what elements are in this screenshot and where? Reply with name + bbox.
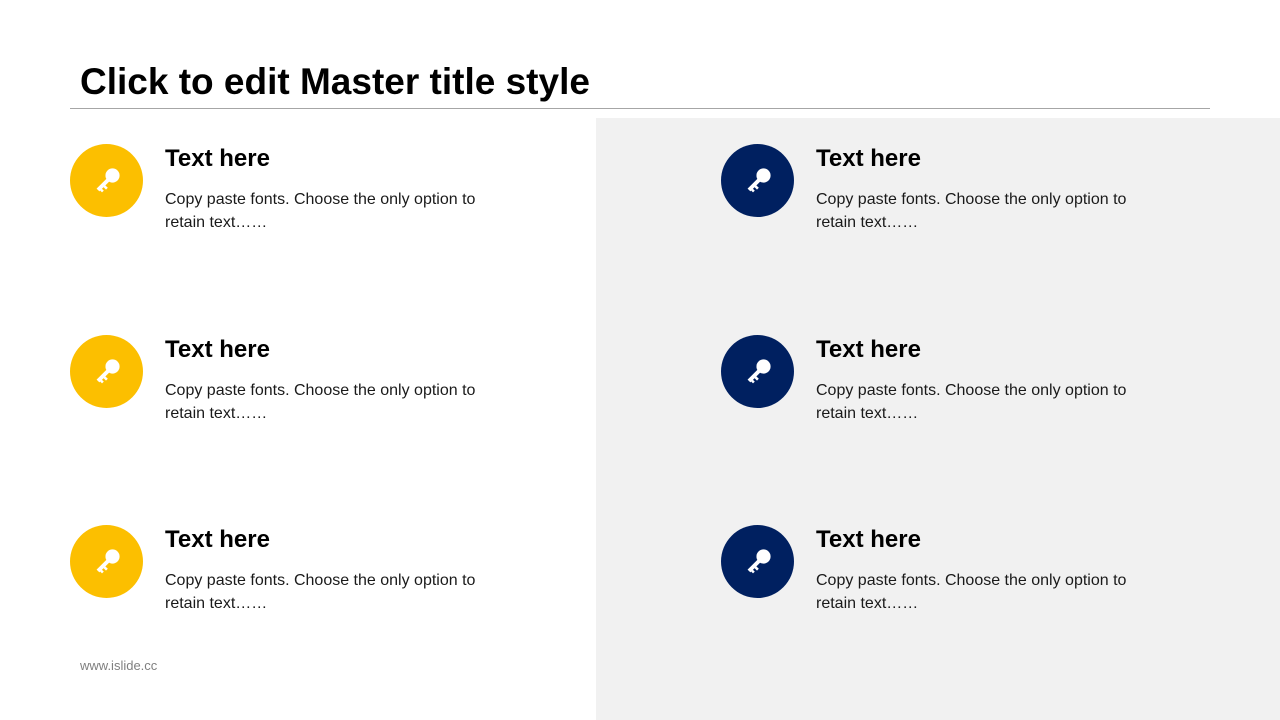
key-icon — [721, 144, 794, 217]
item-description[interactable]: Copy paste fonts. Choose the only option… — [816, 569, 1146, 615]
feature-item-2: Text here Copy paste fonts. Choose the o… — [70, 335, 550, 445]
feature-item-5: Text here Copy paste fonts. Choose the o… — [721, 335, 1201, 445]
item-heading[interactable]: Text here — [816, 144, 921, 174]
feature-item-4: Text here Copy paste fonts. Choose the o… — [721, 144, 1201, 254]
key-icon — [721, 335, 794, 408]
item-description[interactable]: Copy paste fonts. Choose the only option… — [165, 569, 495, 615]
item-heading[interactable]: Text here — [816, 335, 921, 365]
item-heading[interactable]: Text here — [165, 335, 270, 365]
feature-item-1: Text here Copy paste fonts. Choose the o… — [70, 144, 550, 254]
key-icon — [70, 335, 143, 408]
item-heading[interactable]: Text here — [165, 525, 270, 555]
key-icon — [70, 525, 143, 598]
item-description[interactable]: Copy paste fonts. Choose the only option… — [816, 188, 1146, 234]
footer-website: www.islide.cc — [80, 658, 158, 673]
item-heading[interactable]: Text here — [816, 525, 921, 555]
item-description[interactable]: Copy paste fonts. Choose the only option… — [165, 379, 495, 425]
item-description[interactable]: Copy paste fonts. Choose the only option… — [165, 188, 495, 234]
item-description[interactable]: Copy paste fonts. Choose the only option… — [816, 379, 1146, 425]
key-icon — [721, 525, 794, 598]
title-divider — [70, 108, 1210, 109]
slide-title[interactable]: Click to edit Master title style — [80, 60, 590, 104]
item-heading[interactable]: Text here — [165, 144, 270, 174]
feature-item-6: Text here Copy paste fonts. Choose the o… — [721, 525, 1201, 635]
key-icon — [70, 144, 143, 217]
feature-item-3: Text here Copy paste fonts. Choose the o… — [70, 525, 550, 635]
